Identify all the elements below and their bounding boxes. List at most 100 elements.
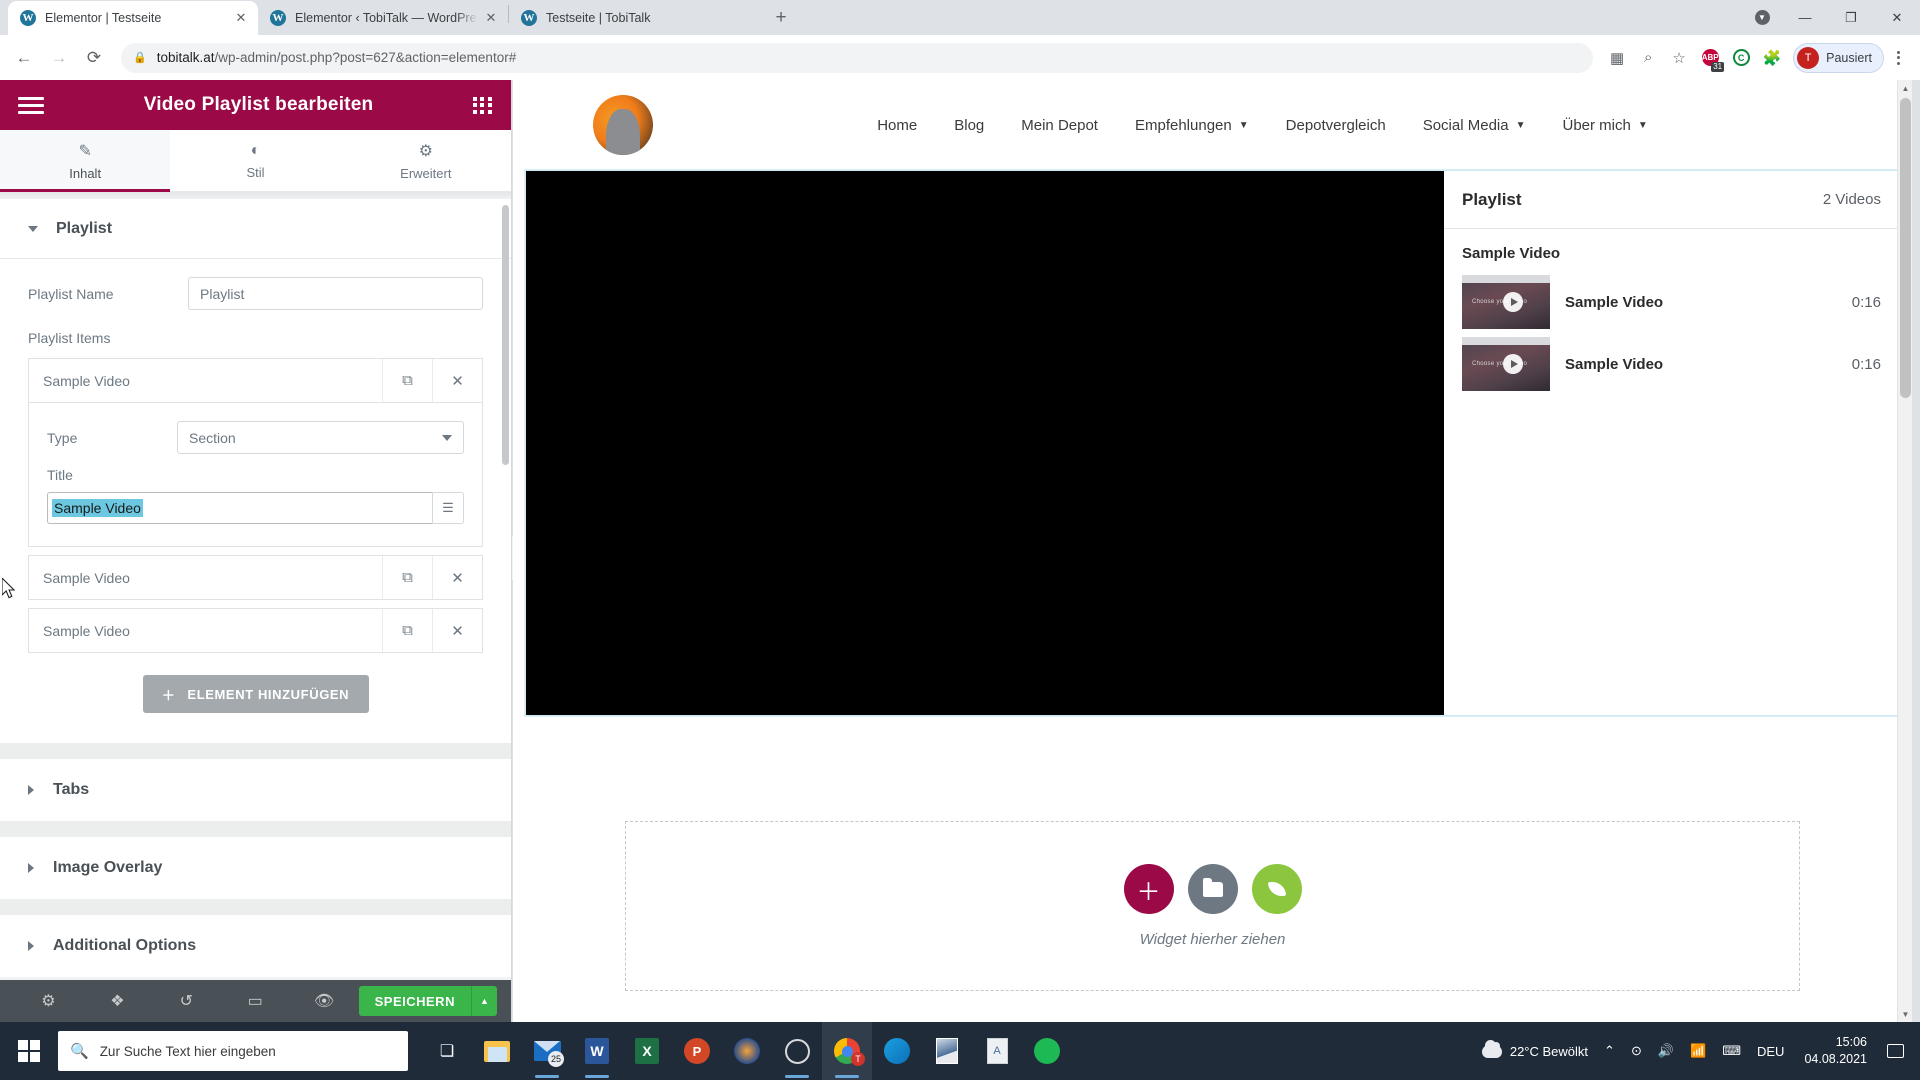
repeater-item-title[interactable]: Sample Video <box>29 373 382 389</box>
tab-stil[interactable]: ◐ Stil <box>170 130 340 191</box>
weather-widget[interactable]: 22°C Bewölkt <box>1474 1022 1596 1080</box>
repeater-item-title[interactable]: Sample Video <box>29 570 382 586</box>
clock[interactable]: 15:06 04.08.2021 <box>1792 1022 1879 1080</box>
section-playlist-header[interactable]: Playlist <box>0 199 511 259</box>
excel-icon[interactable]: X <box>622 1022 672 1080</box>
chrome-menu-icon[interactable] <box>1884 50 1912 65</box>
panel-scrollbar[interactable] <box>502 205 509 465</box>
tab-erweitert[interactable]: ⚙ Erweitert <box>341 130 511 191</box>
camera-icon[interactable]: ⊙ <box>1623 1022 1650 1080</box>
nav-item-depotvergleich[interactable]: Depotvergleich <box>1286 117 1386 134</box>
windows-taskbar: 🔍 Zur Suche Text hier eingeben ❏ 25 W X … <box>0 1022 1920 1080</box>
extensions-puzzle-icon[interactable]: 🧩 <box>1757 43 1787 73</box>
wifi-icon[interactable]: 📶 <box>1682 1022 1714 1080</box>
audacity-icon[interactable] <box>722 1022 772 1080</box>
scrollbar-thumb[interactable] <box>1900 98 1911 398</box>
nav-item-social-media[interactable]: Social Media ▼ <box>1423 117 1526 134</box>
colorzilla-icon[interactable]: C <box>1726 43 1756 73</box>
responsive-mode-icon[interactable]: ▭ <box>221 991 290 1011</box>
copy-icon[interactable]: ⧉ <box>382 556 432 599</box>
tray-overflow-chevron-up-icon[interactable]: ⌃ <box>1596 1022 1623 1080</box>
close-icon[interactable]: ✕ <box>482 9 500 27</box>
forward-button[interactable]: → <box>43 42 75 74</box>
file-explorer-icon[interactable] <box>472 1022 522 1080</box>
widget-dropzone[interactable]: ＋ Widget hierher ziehen <box>625 821 1800 991</box>
hamburger-icon[interactable] <box>18 96 44 114</box>
canvas-scrollbar[interactable]: ▲ ▼ <box>1897 80 1912 1022</box>
notification-icon[interactable] <box>1879 1022 1912 1080</box>
tab-inhalt[interactable]: ✎ Inhalt <box>0 130 171 192</box>
photo-editor-icon[interactable] <box>922 1022 972 1080</box>
task-view-icon[interactable]: ❏ <box>422 1022 472 1080</box>
nav-item-empfehlungen[interactable]: Empfehlungen ▼ <box>1135 117 1249 134</box>
scroll-down-arrow-icon[interactable]: ▼ <box>1898 1006 1912 1022</box>
reload-button[interactable]: ⟳ <box>78 42 110 74</box>
playlist-group-title[interactable]: Sample Video <box>1444 229 1899 271</box>
history-revisions-icon[interactable]: ↺ <box>152 991 221 1011</box>
list-item[interactable]: Choose your video Sample Video 0:16 <box>1444 271 1899 333</box>
section-image-overlay[interactable]: Image Overlay <box>0 837 511 899</box>
save-options-chevron-up-icon[interactable]: ▲ <box>470 986 497 1016</box>
zoom-icon[interactable]: ⌕ <box>1633 43 1663 73</box>
address-bar[interactable]: 🔒 tobitalk.at/wp-admin/post.php?post=627… <box>121 42 1594 73</box>
dynamic-tags-icon[interactable]: ☰ <box>432 492 464 524</box>
volume-icon[interactable]: 🔊 <box>1650 1022 1682 1080</box>
chevron-down-icon <box>28 225 38 232</box>
minimize-button[interactable]: — <box>1782 2 1828 34</box>
adblock-icon[interactable]: ABP 31 <box>1695 43 1725 73</box>
back-button[interactable]: ← <box>8 42 40 74</box>
start-button[interactable] <box>0 1022 58 1080</box>
close-x-icon[interactable]: ✕ <box>432 609 482 652</box>
grid-apps-icon[interactable] <box>472 96 493 114</box>
nav-item-home[interactable]: Home <box>877 117 917 134</box>
notepad-icon[interactable]: A <box>972 1022 1022 1080</box>
spotify-icon[interactable] <box>1022 1022 1072 1080</box>
browser-tab-3[interactable]: W Testseite | TobiTalk <box>509 1 759 35</box>
nav-item-mein-depot[interactable]: Mein Depot <box>1021 117 1098 134</box>
list-item[interactable]: Choose your video Sample Video 0:16 <box>1444 333 1899 395</box>
navigator-layers-icon[interactable]: ❖ <box>83 991 152 1011</box>
type-select[interactable]: Section <box>177 421 464 454</box>
edge-icon[interactable] <box>872 1022 922 1080</box>
apps-grid-icon[interactable]: ▦ <box>1602 43 1632 73</box>
add-element-button[interactable]: ＋ ELEMENT HINZUFÜGEN <box>142 675 369 713</box>
close-x-icon[interactable]: ✕ <box>432 556 482 599</box>
keyboard-icon[interactable]: ⌨ <box>1714 1022 1749 1080</box>
close-window-button[interactable]: ✕ <box>1874 2 1920 34</box>
settings-gear-icon[interactable]: ⚙ <box>14 991 83 1011</box>
close-x-icon[interactable]: ✕ <box>432 359 482 402</box>
copy-icon[interactable]: ⧉ <box>382 609 432 652</box>
repeater-item-title[interactable]: Sample Video <box>29 623 382 639</box>
search-input[interactable]: 🔍 Zur Suche Text hier eingeben <box>58 1031 408 1071</box>
save-button[interactable]: SPEICHERN <box>359 994 471 1009</box>
nav-item-ueber-mich[interactable]: Über mich ▼ <box>1563 117 1648 134</box>
nav-item-blog[interactable]: Blog <box>954 117 984 134</box>
maximize-button[interactable]: ❐ <box>1828 2 1874 34</box>
preview-eye-icon[interactable]: 👁 <box>290 991 359 1011</box>
language-indicator[interactable]: DEU <box>1749 1022 1792 1080</box>
powerpoint-icon[interactable]: P <box>672 1022 722 1080</box>
mail-icon[interactable]: 25 <box>522 1022 572 1080</box>
section-additional-options[interactable]: Additional Options <box>0 915 511 977</box>
chrome-icon[interactable]: T <box>822 1022 872 1080</box>
avatar-logo[interactable] <box>593 95 653 155</box>
new-tab-button[interactable]: + <box>767 4 795 32</box>
video-playlist-widget[interactable]: Playlist 2 Videos Sample Video Choose yo… <box>525 170 1900 716</box>
copy-icon[interactable]: ⧉ <box>382 359 432 402</box>
browser-tab-2[interactable]: W Elementor ‹ TobiTalk — WordPre ✕ <box>258 1 508 35</box>
add-element-button[interactable]: ＋ <box>1123 864 1174 914</box>
envato-kit-button[interactable] <box>1251 864 1302 914</box>
add-template-button[interactable] <box>1187 864 1238 914</box>
title-input[interactable]: Sample Video <box>47 492 432 524</box>
close-icon[interactable]: ✕ <box>232 9 250 27</box>
section-tabs[interactable]: Tabs <box>0 759 511 821</box>
profile-button[interactable]: T Pausiert <box>1793 42 1884 73</box>
obs-icon[interactable] <box>772 1022 822 1080</box>
playlist-name-input[interactable]: Playlist <box>188 277 483 310</box>
video-player-stage[interactable] <box>526 171 1444 715</box>
browser-tab-1[interactable]: W Elementor | Testseite ✕ <box>8 1 258 35</box>
scroll-up-arrow-icon[interactable]: ▲ <box>1898 80 1912 96</box>
word-icon[interactable]: W <box>572 1022 622 1080</box>
bookmark-star-icon[interactable]: ☆ <box>1664 43 1694 73</box>
downloads-icon[interactable]: ▼ <box>1742 2 1782 34</box>
